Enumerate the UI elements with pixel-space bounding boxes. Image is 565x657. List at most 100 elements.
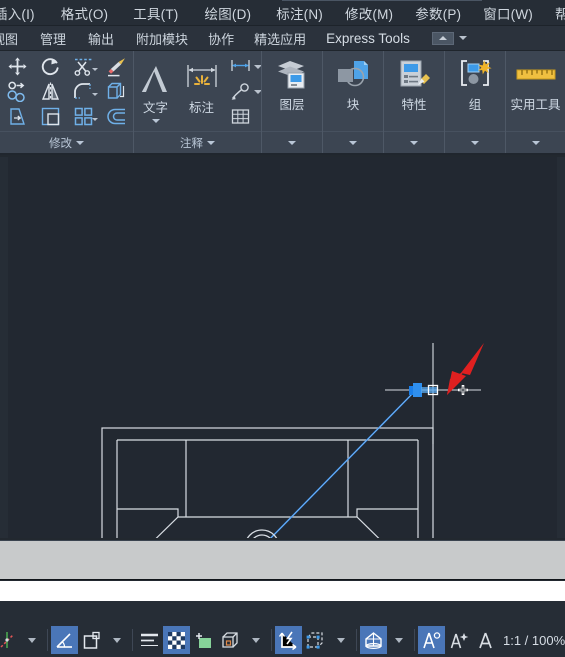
panel-block-expand-icon[interactable] [349,140,357,145]
mirror-icon[interactable] [34,79,67,104]
ucs-icon[interactable] [0,626,20,654]
rotate-icon[interactable] [34,54,67,79]
selection-cycling-dropdown[interactable] [329,626,353,654]
erase-icon[interactable] [100,54,133,79]
panel-layers-expand-icon[interactable] [288,140,296,145]
status-divider-2 [132,629,133,651]
text-tool-label: 文字 [142,101,168,115]
ucs-dropdown[interactable] [20,626,44,654]
panel-group-label[interactable] [445,131,505,153]
block-tool-label: 块 [346,98,360,112]
viewport-icon[interactable] [360,626,387,654]
utilities-tool-label: 实用工具 [510,98,561,112]
menu-draw[interactable]: 绘图(D) [205,3,252,23]
menu-parametric[interactable]: 参数(P) [415,3,461,23]
array-dropdown-icon[interactable] [91,117,98,121]
annotation-small-tools [227,54,262,129]
offset-icon[interactable] [100,104,133,129]
group-tool-button[interactable]: 组 [445,51,505,113]
dynamic-ucs-icon[interactable] [275,626,302,654]
panel-layers: 图层 [261,51,322,153]
ribbon: 修改 文字 标注 注释 图层 块 特性 组 实用工具 [0,51,565,155]
command-line-white-band[interactable] [0,581,565,601]
menu-window[interactable]: 窗口(W) [483,3,533,23]
status-divider-4 [356,629,357,651]
stretch-icon[interactable] [1,104,34,129]
status-bar: 1:1 / 100% [0,601,565,657]
array-3d-icon[interactable] [100,79,133,104]
copy-icon[interactable] [1,79,34,104]
panel-modify-label-text: 修改 [49,137,72,150]
visual-style-icon[interactable] [217,626,244,654]
auto-scale-icon[interactable] [445,626,472,654]
menu-modify[interactable]: 修改(M) [345,3,393,23]
panel-block: 块 [322,51,383,153]
viewport-dropdown[interactable] [387,626,411,654]
menu-bar: 插入(I) 格式(O) 工具(T) 绘图(D) 标注(N) 修改(M) 参数(P… [0,0,565,26]
panel-modify-label[interactable]: 修改 [0,131,133,153]
visual-style-dropdown[interactable] [244,626,268,654]
layers-tool-button[interactable]: 图层 [262,51,322,113]
menu-dimension[interactable]: 标注(N) [276,3,323,23]
utilities-tool-button[interactable]: 实用工具 [506,51,565,113]
ortho-angle-icon[interactable] [51,626,78,654]
panel-group: 组 [444,51,505,153]
panel-utilities-label[interactable] [506,131,565,153]
tab-manage[interactable]: 管理 [40,29,66,48]
trim-icon[interactable] [67,54,100,79]
menu-insert[interactable]: 插入(I) [0,3,35,23]
panel-properties-expand-icon[interactable] [410,140,418,145]
isolate-objects-icon[interactable] [190,626,217,654]
tab-express-tools[interactable]: Express Tools [326,31,410,46]
text-tool-button[interactable]: 文字 [134,54,178,123]
ribbon-minimize-dropdown-icon[interactable] [458,36,467,40]
panel-utilities-expand-icon[interactable] [531,140,540,145]
table-icon[interactable] [227,104,254,129]
panel-layers-label[interactable] [262,131,322,153]
group-icon [457,56,493,92]
selection-cycling-icon[interactable] [302,626,329,654]
scale-icon[interactable] [34,104,67,129]
fillet-icon[interactable] [67,79,100,104]
leader-icon[interactable] [227,79,254,104]
properties-tool-button[interactable]: 特性 [384,51,444,113]
tab-featured-apps[interactable]: 精选应用 [254,29,306,48]
menu-format[interactable]: 格式(O) [61,3,109,23]
ribbon-minimize-icon[interactable] [431,31,454,45]
lineweight-icon[interactable] [136,626,163,654]
block-tool-button[interactable]: 块 [323,51,383,113]
move-icon[interactable] [1,54,34,79]
panel-annotation-label[interactable]: 注释 [134,131,261,153]
tab-view[interactable]: 视图 [0,29,18,48]
panel-block-label[interactable] [323,131,383,153]
drawing-canvas[interactable] [0,157,565,538]
panel-properties-label[interactable] [384,131,444,153]
annotation-scale-label[interactable]: 1:1 / 100% [499,633,565,648]
panel-annotation: 文字 标注 注释 [133,51,262,153]
dimension-tool-button[interactable]: 标注 [180,54,224,116]
annotation-scale-icon[interactable] [472,626,499,654]
menu-tools[interactable]: 工具(T) [133,3,178,23]
panel-modify-expand-icon[interactable] [76,140,84,145]
linear-dimension-icon[interactable] [227,54,254,79]
tab-addins[interactable]: 附加模块 [136,29,188,48]
command-line-gray-band[interactable] [0,540,565,580]
tab-output[interactable]: 输出 [88,29,114,48]
trim-dropdown-icon[interactable] [91,67,98,71]
annotation-visibility-icon[interactable] [418,626,445,654]
text-tool-dropdown-icon[interactable] [151,119,160,123]
menu-help[interactable]: 帮助 [555,3,565,23]
status-bar-items: 1:1 / 100% [0,625,565,655]
object-snap-icon[interactable] [78,626,105,654]
ruler-icon [514,56,558,92]
array-icon[interactable] [67,104,100,129]
autocad-window: 插入(I) 格式(O) 工具(T) 绘图(D) 标注(N) 修改(M) 参数(P… [0,0,565,657]
fillet-dropdown-icon[interactable] [91,92,98,96]
panel-group-expand-icon[interactable] [471,140,479,145]
object-snap-dropdown[interactable] [105,626,129,654]
panel-annotation-expand-icon[interactable] [207,140,215,145]
grid-display-icon[interactable] [163,626,190,654]
tab-collaborate[interactable]: 协作 [208,29,234,48]
drawing-geometry [101,343,484,538]
properties-tool-label: 特性 [401,98,427,112]
